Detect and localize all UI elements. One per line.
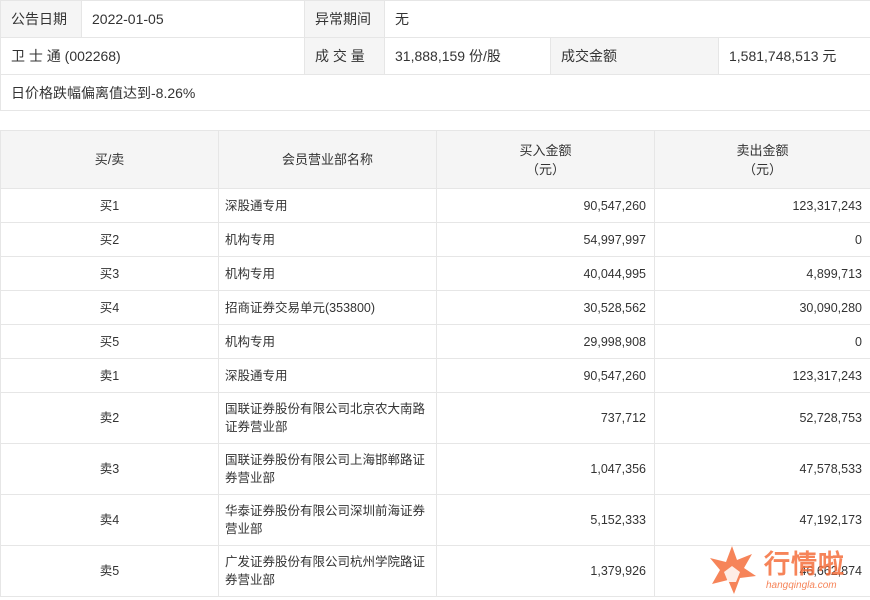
col-header-dept: 会员营业部名称 bbox=[218, 130, 437, 189]
turnover-value: 1,581,748,513 元 bbox=[717, 37, 870, 75]
announce-date-label: 公告日期 bbox=[0, 0, 82, 38]
row-buy: 90,547,260 bbox=[436, 358, 655, 393]
fox-logo-icon bbox=[710, 546, 756, 594]
row-buy: 30,528,562 bbox=[436, 290, 655, 325]
row-sell: 0 bbox=[654, 324, 870, 359]
row-buy: 5,152,333 bbox=[436, 494, 655, 546]
col-header-sell: 卖出金额 （元） bbox=[654, 130, 870, 189]
row-dept: 广发证券股份有限公司杭州学院路证券营业部 bbox=[218, 545, 437, 597]
table-row: 卖3 国联证券股份有限公司上海邯郸路证券营业部 1,047,356 47,578… bbox=[0, 443, 870, 495]
row-buy: 29,998,908 bbox=[436, 324, 655, 359]
watermark-text: 行情啦 bbox=[764, 549, 846, 579]
stock-info-table: 公告日期 2022-01-05 异常期间 无 卫 士 通 (002268) 成 … bbox=[0, 0, 870, 111]
row-dept: 深股通专用 bbox=[218, 188, 437, 223]
row-side: 卖5 bbox=[0, 545, 219, 597]
row-buy: 40,044,995 bbox=[436, 256, 655, 291]
table-row: 买4 招商证券交易单元(353800) 30,528,562 30,090,28… bbox=[0, 290, 870, 325]
table-row: 卖2 国联证券股份有限公司北京农大南路证券营业部 737,712 52,728,… bbox=[0, 392, 870, 444]
table-row: 买3 机构专用 40,044,995 4,899,713 bbox=[0, 256, 870, 291]
table-row: 卖1 深股通专用 90,547,260 123,317,243 bbox=[0, 358, 870, 393]
row-side: 卖2 bbox=[0, 392, 219, 444]
col-header-buy-line1: 买入金额 bbox=[519, 142, 572, 158]
row-dept: 华泰证券股份有限公司深圳前海证券营业部 bbox=[218, 494, 437, 546]
row-buy: 54,997,997 bbox=[436, 222, 655, 257]
row-sell: 30,090,280 bbox=[654, 290, 870, 325]
col-header-sell-line2: （元） bbox=[742, 161, 782, 177]
volume-label: 成 交 量 bbox=[304, 37, 385, 75]
broker-trading-table: 买/卖 会员营业部名称 买入金额 （元） 卖出金额 （元） 买1 深股通专用 9… bbox=[0, 130, 870, 597]
row-side: 买2 bbox=[0, 222, 219, 257]
row-side: 买3 bbox=[0, 256, 219, 291]
row-sell: 47,192,173 bbox=[654, 494, 870, 546]
row-side: 买4 bbox=[0, 290, 219, 325]
row-side: 买5 bbox=[0, 324, 219, 359]
row-side: 卖1 bbox=[0, 358, 219, 393]
row-dept: 国联证券股份有限公司上海邯郸路证券营业部 bbox=[218, 443, 437, 495]
stock-name: 卫 士 通 (002268) bbox=[0, 37, 305, 75]
turnover-label: 成交金额 bbox=[550, 37, 719, 75]
table-row: 买2 机构专用 54,997,997 0 bbox=[0, 222, 870, 257]
abnormal-reason: 日价格跌幅偏离值达到-8.26% bbox=[0, 74, 870, 111]
row-sell: 123,317,243 bbox=[654, 188, 870, 223]
row-dept: 国联证券股份有限公司北京农大南路证券营业部 bbox=[218, 392, 437, 444]
row-dept: 深股通专用 bbox=[218, 358, 437, 393]
row-buy: 737,712 bbox=[436, 392, 655, 444]
row-sell: 4,899,713 bbox=[654, 256, 870, 291]
col-header-side: 买/卖 bbox=[0, 130, 219, 189]
row-side: 买1 bbox=[0, 188, 219, 223]
table-row: 卖4 华泰证券股份有限公司深圳前海证券营业部 5,152,333 47,192,… bbox=[0, 494, 870, 546]
watermark-domain: hangqingla.com bbox=[766, 580, 837, 591]
row-sell: 52,728,753 bbox=[654, 392, 870, 444]
watermark: 行情啦 hangqingla.com bbox=[700, 540, 870, 600]
abnormal-period-value: 无 bbox=[383, 0, 870, 38]
announce-date-value: 2022-01-05 bbox=[81, 0, 305, 38]
row-buy: 1,047,356 bbox=[436, 443, 655, 495]
row-buy: 90,547,260 bbox=[436, 188, 655, 223]
row-buy: 1,379,926 bbox=[436, 545, 655, 597]
row-dept: 机构专用 bbox=[218, 324, 437, 359]
row-side: 卖4 bbox=[0, 494, 219, 546]
row-dept: 机构专用 bbox=[218, 256, 437, 291]
col-header-sell-line1: 卖出金额 bbox=[736, 142, 789, 158]
row-sell: 123,317,243 bbox=[654, 358, 870, 393]
volume-value: 31,888,159 份/股 bbox=[384, 37, 551, 75]
row-dept: 招商证券交易单元(353800) bbox=[218, 290, 437, 325]
row-side: 卖3 bbox=[0, 443, 219, 495]
abnormal-period-label: 异常期间 bbox=[304, 0, 385, 38]
row-sell: 47,578,533 bbox=[654, 443, 870, 495]
row-dept: 机构专用 bbox=[218, 222, 437, 257]
col-header-buy-line2: （元） bbox=[525, 161, 565, 177]
table-row: 买5 机构专用 29,998,908 0 bbox=[0, 324, 870, 359]
row-sell: 0 bbox=[654, 222, 870, 257]
table-row: 买1 深股通专用 90,547,260 123,317,243 bbox=[0, 188, 870, 223]
col-header-buy: 买入金额 （元） bbox=[436, 130, 655, 189]
table-header-row: 买/卖 会员营业部名称 买入金额 （元） 卖出金额 （元） bbox=[0, 130, 870, 189]
